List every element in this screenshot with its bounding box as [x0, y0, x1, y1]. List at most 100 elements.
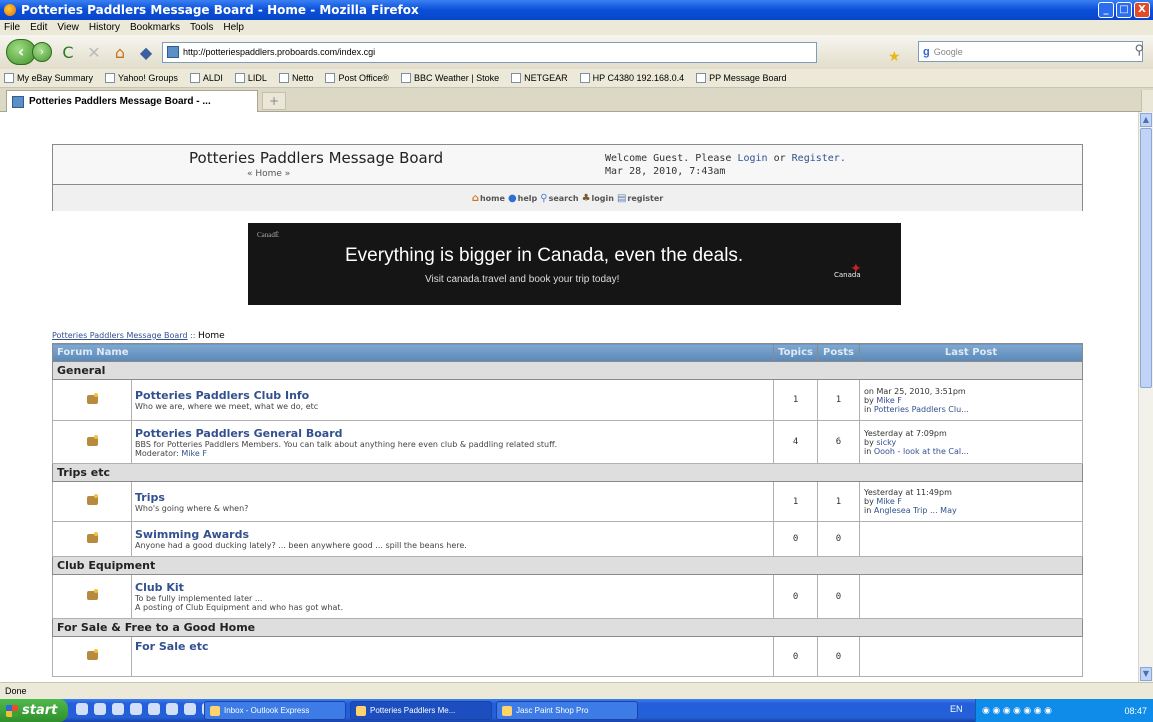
last-post-thread-link[interactable]: Anglesea Trip ... May: [874, 506, 957, 515]
tab-scroll-right[interactable]: [1141, 90, 1153, 112]
board-link-club-info[interactable]: Potteries Paddlers Club Info: [135, 389, 770, 402]
category-row: General: [52, 361, 1083, 380]
new-tab-button[interactable]: +: [262, 92, 286, 110]
board-description: Anyone had a good ducking lately? ... be…: [135, 541, 467, 550]
bookmark-bbc-weather[interactable]: BBC Weather | Stoke: [400, 73, 499, 83]
board-link-trips[interactable]: Trips: [135, 491, 770, 504]
bookmark-yahoo-groups[interactable]: Yahoo! Groups: [105, 73, 178, 83]
menu-view[interactable]: View: [57, 22, 79, 33]
board-link-club-kit[interactable]: Club Kit: [135, 581, 770, 594]
moderator-link[interactable]: Mike F: [181, 449, 207, 458]
board-status-icon: [86, 434, 98, 446]
col-topics: Topics: [773, 343, 818, 362]
quicklaunch-icon[interactable]: [76, 703, 88, 715]
tab-potteries-paddlers[interactable]: Potteries Paddlers Message Board - ...: [6, 90, 258, 112]
topics-count: 0: [773, 574, 818, 619]
quicklaunch-icon[interactable]: [112, 703, 124, 715]
last-post-author-link[interactable]: sicky: [876, 438, 896, 447]
board-description: BBS for Potteries Paddlers Members. You …: [135, 439, 558, 449]
board-status-icon: [86, 392, 98, 404]
taskbar-paint-shop-pro[interactable]: Jasc Paint Shop Pro: [496, 701, 638, 720]
board-link-general-board[interactable]: Potteries Paddlers General Board: [135, 427, 770, 440]
board-description-2: A posting of Club Equipment and who has …: [135, 603, 344, 612]
tray-icons[interactable]: ◉ ◉ ◉ ◉ ◉ ◉ ◉: [982, 705, 1052, 716]
last-post-thread-link[interactable]: Oooh - look at the Cal...: [874, 447, 969, 456]
category-trips[interactable]: Trips etc: [52, 463, 1083, 482]
menu-history[interactable]: History: [89, 22, 120, 33]
menu-tools[interactable]: Tools: [190, 22, 213, 33]
quicklaunch-icon[interactable]: [130, 703, 142, 715]
forward-button[interactable]: ›: [32, 42, 52, 62]
bookmark-icon: [325, 73, 336, 83]
category-club-equipment[interactable]: Club Equipment: [52, 556, 1083, 575]
login-link[interactable]: Login: [737, 153, 767, 164]
canada-ad-banner[interactable]: CanadË Everything is bigger in Canada, e…: [248, 223, 901, 305]
quicklaunch-icon[interactable]: [166, 703, 178, 715]
board-link-for-sale[interactable]: For Sale etc: [135, 640, 770, 653]
quicklaunch-icon[interactable]: [94, 703, 106, 715]
menu-bookmarks[interactable]: Bookmarks: [130, 22, 180, 33]
nav-register[interactable]: ▤ register: [617, 193, 663, 204]
bookmark-post-office[interactable]: Post Office®: [325, 73, 389, 83]
language-indicator[interactable]: EN: [950, 704, 963, 714]
quicklaunch-icon[interactable]: [148, 703, 160, 715]
minimize-button[interactable]: _: [1098, 2, 1114, 18]
last-post-thread-link[interactable]: Potteries Paddlers Clu...: [874, 405, 969, 414]
register-link[interactable]: Register.: [792, 153, 846, 164]
nav-home[interactable]: ⌂ home: [472, 193, 505, 204]
help-icon: ●: [507, 192, 517, 204]
url-bar[interactable]: http://potteriespaddlers.proboards.com/i…: [162, 41, 817, 63]
scroll-up-button[interactable]: ▲: [1140, 113, 1152, 127]
bookmark-netto[interactable]: Netto: [278, 73, 313, 83]
welcome-text: Welcome Guest. Please Login or Register.: [605, 153, 846, 164]
addon-icon[interactable]: ◆: [136, 43, 156, 62]
breadcrumb-board-link[interactable]: Potteries Paddlers Message Board: [52, 331, 188, 340]
star-icon[interactable]: ★: [888, 49, 901, 65]
board-row: Trips Who's going where & when? 1 1 Yest…: [52, 481, 1083, 522]
search-box[interactable]: g Google ⚲: [918, 41, 1144, 62]
board-description: Who's going where & when?: [135, 503, 249, 513]
bookmark-icon: [105, 73, 116, 83]
reload-icon[interactable]: C: [58, 43, 78, 62]
category-for-sale[interactable]: For Sale & Free to a Good Home: [52, 618, 1083, 637]
magnifier-icon[interactable]: ⚲: [1134, 42, 1144, 58]
quicklaunch-icon[interactable]: [184, 703, 196, 715]
status-text: Done: [5, 686, 27, 696]
category-general[interactable]: General: [52, 361, 1083, 380]
bookmark-ebay[interactable]: My eBay Summary: [4, 73, 93, 83]
bookmark-netgear[interactable]: NETGEAR: [511, 73, 568, 83]
close-button[interactable]: X: [1134, 2, 1150, 18]
scroll-thumb[interactable]: [1140, 128, 1152, 388]
bookmark-icon: [400, 73, 411, 83]
taskbar-outlook-express[interactable]: Inbox - Outlook Express: [204, 701, 346, 720]
col-forum-name: Forum Name: [51, 343, 775, 362]
posts-count: 0: [817, 574, 860, 619]
maximize-button[interactable]: □: [1116, 2, 1132, 18]
bookmark-icon: [234, 73, 245, 83]
stop-icon[interactable]: ✕: [84, 43, 104, 62]
quick-launch: [76, 703, 214, 715]
posts-count: 0: [817, 636, 860, 677]
menu-edit[interactable]: Edit: [30, 22, 47, 33]
nav-login[interactable]: ♣ login: [582, 193, 614, 204]
bookmark-aldi[interactable]: ALDI: [189, 73, 223, 83]
bookmark-lidl[interactable]: LIDL: [234, 73, 267, 83]
col-posts: Posts: [817, 343, 860, 362]
windows-taskbar: start Inbox - Outlook Express Potteries …: [0, 699, 1153, 722]
vertical-scrollbar[interactable]: ▲ ▼: [1138, 112, 1153, 682]
nav-help[interactable]: ● help: [508, 193, 537, 204]
taskbar-firefox[interactable]: Potteries Paddlers Me...: [350, 701, 492, 720]
bookmark-hp-printer[interactable]: HP C4380 192.168.0.4: [579, 73, 684, 83]
bookmark-icon: [189, 73, 200, 83]
bookmark-pp-message-board[interactable]: PP Message Board: [696, 73, 786, 83]
last-post-author-link[interactable]: Mike F: [876, 497, 902, 506]
last-post-author-link[interactable]: Mike F: [876, 396, 902, 405]
home-icon[interactable]: ⌂: [110, 43, 130, 62]
scroll-down-button[interactable]: ▼: [1140, 667, 1152, 681]
board-link-swimming-awards[interactable]: Swimming Awards: [135, 528, 770, 541]
nav-search[interactable]: ⚲ search: [540, 193, 578, 204]
menu-file[interactable]: File: [4, 22, 20, 33]
start-button[interactable]: start: [0, 699, 68, 722]
menu-help[interactable]: Help: [223, 22, 244, 33]
board-status-icon: [86, 531, 98, 543]
